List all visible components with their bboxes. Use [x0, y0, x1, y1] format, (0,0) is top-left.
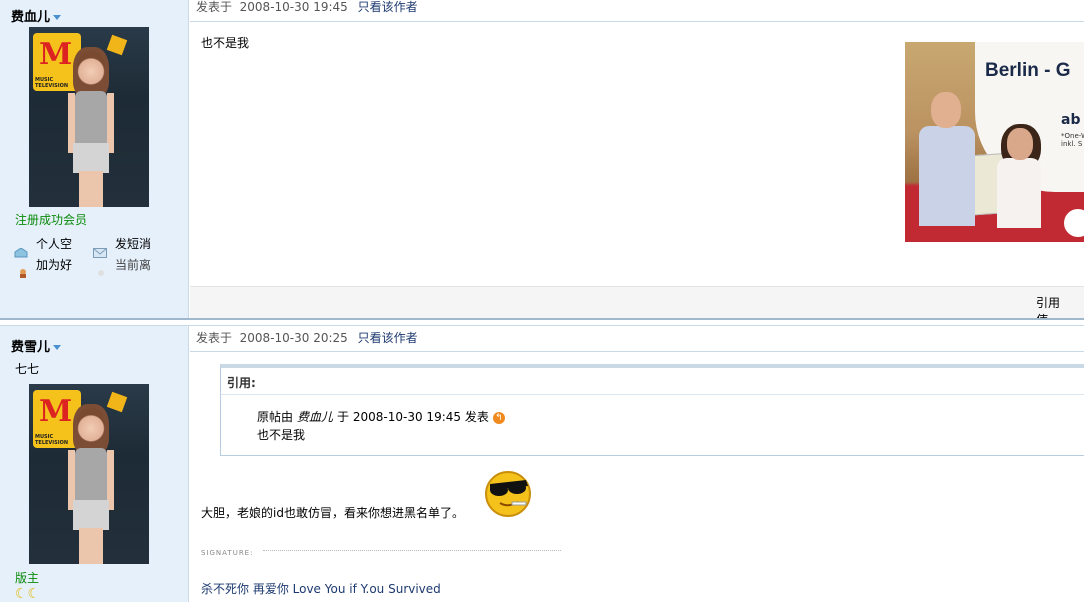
dropdown-icon[interactable] — [53, 345, 62, 350]
post-1-username[interactable]: 费血儿 — [11, 6, 62, 25]
posted-label: 发表于 — [196, 331, 233, 345]
ad-brand: ab — [1061, 112, 1081, 128]
avatar-person — [63, 47, 119, 207]
only-author-link[interactable]: 只看该作者 — [358, 0, 418, 14]
dropdown-icon[interactable] — [53, 15, 62, 20]
sunglasses-smiley-icon — [485, 471, 531, 517]
post-2-rank: 版主 — [15, 571, 40, 585]
post-1-rank: 注册成功会员 — [15, 213, 88, 227]
post-2-username[interactable]: 费雪儿 — [11, 336, 62, 355]
airline-logo-icon — [1061, 206, 1084, 240]
meta-divider — [190, 351, 1084, 352]
friend-icon[interactable] — [16, 268, 30, 278]
signature-text: 杀不死你 再爱你 Love You if Y.ou Survived — [201, 582, 441, 596]
moon-icon: ☾☾ — [15, 586, 41, 602]
post-1-meta: 发表于 2008-10-30 19:45 只看该作者 — [196, 0, 418, 20]
space-link[interactable]: 个人空 — [36, 235, 72, 252]
post-1-content: 也不是我 — [201, 36, 250, 50]
quote-author[interactable]: 费血儿 — [297, 410, 333, 424]
add-friend-link[interactable]: 加为好 — [36, 256, 72, 273]
post-1-footer: 引用 使 — [190, 286, 1084, 327]
status-icon — [98, 270, 104, 276]
posted-time: 2008-10-30 20:25 — [239, 331, 348, 345]
post-1-sidebar: 费血儿 M MUSIC TELEVISION 注册成功会员 个人空 发短消 加为好 — [0, 0, 189, 318]
quote-meta: 原帖由 费血儿于 2008-10-30 19:45 发表 ↰ — [257, 408, 505, 425]
home-icon[interactable] — [14, 248, 28, 258]
post-2-author-name[interactable]: 费雪儿 — [11, 340, 50, 355]
status-text: 当前离 — [115, 258, 152, 272]
meta-divider — [190, 21, 1084, 22]
reply-arrow-icon[interactable]: ↰ — [492, 411, 505, 424]
post-1-author-name[interactable]: 费血儿 — [11, 10, 50, 25]
post-2: 费雪儿 七七 M MUSIC TELEVISION 版主 ☾☾ 发表于 2008-… — [0, 326, 1084, 602]
post-1-actions: 个人空 发短消 加为好 当前离 — [12, 234, 182, 278]
signature-divider: SIGNATURE: — [201, 544, 561, 557]
only-author-link[interactable]: 只看该作者 — [358, 331, 418, 345]
posted-time: 2008-10-30 19:45 — [239, 0, 348, 14]
post-2-avatar[interactable]: M MUSIC TELEVISION — [29, 384, 149, 564]
forum-thread: 费血儿 M MUSIC TELEVISION 注册成功会员 个人空 发短消 加为好 — [0, 0, 1084, 602]
message-link[interactable]: 发短消 — [115, 235, 151, 252]
posted-label: 发表于 — [196, 0, 233, 14]
signature-label: SIGNATURE: — [201, 549, 254, 557]
post-1-main: 发表于 2008-10-30 19:45 只看该作者 也不是我 Berlin -… — [190, 0, 1084, 327]
quote-link[interactable]: 引用 — [1036, 296, 1060, 310]
advertisement-banner[interactable]: Berlin - G ab *One-Winkl. S — [905, 42, 1084, 242]
post-2-main: 发表于 2008-10-30 20:25 只看该作者 引用: 原帖由 费血儿于 2… — [190, 326, 1084, 602]
post-separator — [0, 318, 1084, 326]
post-1-avatar[interactable]: M MUSIC TELEVISION — [29, 27, 149, 207]
post-2-content: 大胆，老娘的id也敢仿冒，看来你想进黑名单了。 — [201, 506, 464, 520]
quote-box: 引用: 原帖由 费血儿于 2008-10-30 19:45 发表 ↰ 也不是我 — [220, 364, 1084, 456]
quote-header: 引用: — [227, 376, 256, 390]
ad-man — [919, 92, 975, 226]
envelope-icon[interactable] — [93, 248, 107, 258]
post-2-meta: 发表于 2008-10-30 20:25 只看该作者 — [196, 331, 418, 351]
ad-headline: Berlin - G — [985, 60, 1071, 81]
ad-woman — [997, 124, 1047, 228]
post-2-sidebar: 费雪儿 七七 M MUSIC TELEVISION 版主 ☾☾ — [0, 326, 189, 602]
quote-text: 也不是我 — [257, 428, 306, 442]
ad-fine-print: *One-Winkl. S — [1061, 132, 1084, 148]
post-1: 费血儿 M MUSIC TELEVISION 注册成功会员 个人空 发短消 加为好 — [0, 0, 1084, 327]
post-2-custom-title: 七七 — [15, 362, 40, 376]
